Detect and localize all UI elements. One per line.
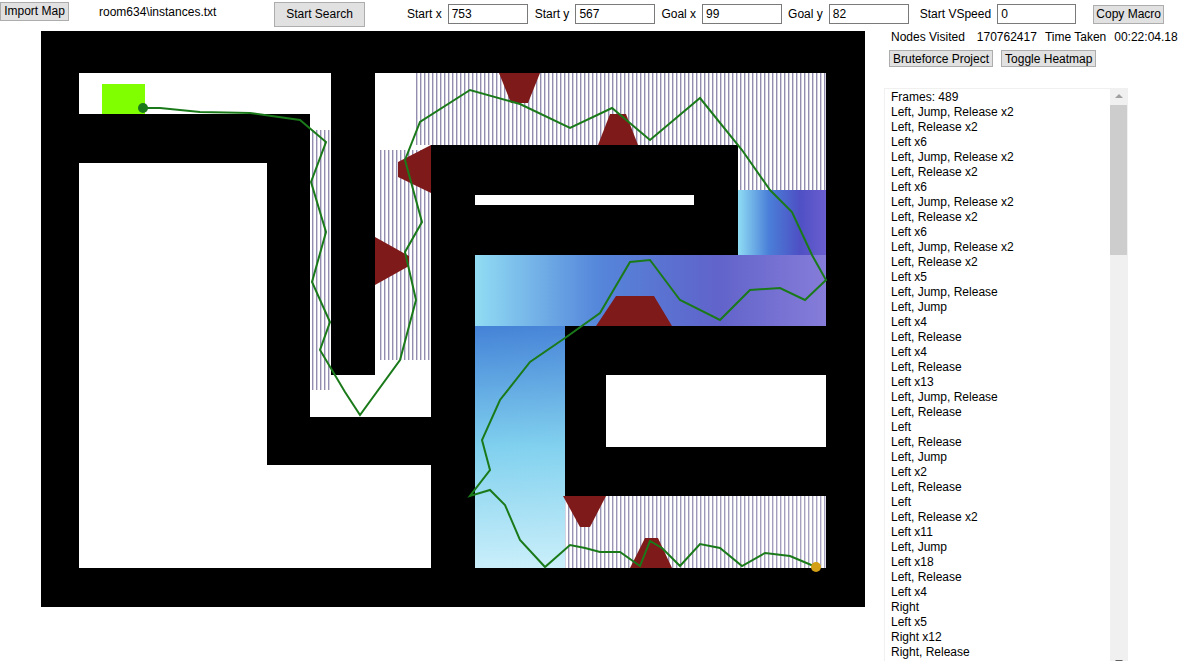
macro-line[interactable]: Left, Jump, Release x2 [891,195,1110,210]
solution-path [143,90,826,567]
macro-line[interactable]: Left x4 [891,315,1110,330]
spike-icon [598,114,638,145]
frames-line: Frames: 489 [891,90,1110,105]
nodes-stat: Nodes Visited 170762417 [891,30,1037,44]
wall [565,447,826,496]
map-canvas [41,31,865,607]
nodes-value: 170762417 [977,30,1037,44]
coordinate-input[interactable] [448,4,528,24]
macro-line[interactable]: Left [891,495,1110,510]
open-floor [375,145,431,417]
macro-line[interactable]: Left, Jump, Release x2 [891,105,1110,120]
open-floor [738,145,826,190]
macro-line[interactable]: Left, Release [891,330,1110,345]
macro-line[interactable]: Left, Jump [891,300,1110,315]
field-label: Start VSpeed [920,7,991,21]
macro-line[interactable]: Left x13 [891,375,1110,390]
macro-line[interactable]: Left x5 [891,270,1110,285]
macro-line[interactable]: Left, Release [891,405,1110,420]
macro-line[interactable]: Right [891,600,1110,615]
macro-line[interactable]: Left, Release x2 [891,165,1110,180]
hatch-area [415,73,826,145]
import-map-button[interactable]: Import Map [0,2,69,21]
macro-line[interactable]: Left x6 [891,225,1110,240]
macro-line[interactable]: Right x12 [891,630,1110,645]
macro-line[interactable]: Left [891,420,1110,435]
wall [694,195,738,205]
macro-line[interactable]: Left, Release x2 [891,510,1110,525]
macro-line[interactable]: Left x2 [891,465,1110,480]
heatmap-layer [312,73,826,568]
open-floor [79,163,267,568]
nodes-label: Nodes Visited [891,30,965,44]
copy-macro-button[interactable]: Copy Macro [1093,5,1164,24]
macro-line[interactable]: Left, Jump, Release [891,285,1110,300]
time-stat: Time Taken 00:22:04.18 [1045,30,1178,44]
macro-line[interactable]: Left, Release [891,480,1110,495]
spike-icon [499,73,540,103]
toolbar: Import Map room634\instances.txt Start Sea… [0,0,1184,28]
macro-line[interactable]: Right, Release [891,645,1110,660]
main-area: Nodes Visited 170762417 Time Taken 00:22:04… [0,28,1184,661]
scroll-up-icon[interactable] [1115,94,1123,98]
coordinate-input[interactable] [575,4,655,24]
field-label: Goal x [661,7,696,21]
macro-line[interactable]: Left x4 [891,585,1110,600]
macro-line[interactable]: Left, Release x2 [891,210,1110,225]
spike-icon [375,237,409,285]
map-file-label: room634\instances.txt [99,5,245,19]
macro-line[interactable]: Left, Jump, Release [891,390,1110,405]
wall [565,326,826,375]
macro-line[interactable]: Left, Release [891,360,1110,375]
macro-line[interactable]: Left x6 [891,135,1110,150]
open-floor [375,73,826,145]
map-drawing [41,31,865,607]
open-floor [267,465,431,568]
scroll-down-icon[interactable] [1115,660,1123,661]
spike-icon [398,145,431,193]
field-label: Start y [535,7,570,21]
macro-line[interactable]: Left, Jump [891,450,1110,465]
open-floor [79,73,331,114]
macro-line[interactable]: Left x6 [891,180,1110,195]
macro-list[interactable]: Frames: 489Left, Jump, Release x2Left, R… [884,88,1128,661]
wall [431,205,738,255]
open-floor [475,195,694,205]
side-panel: Nodes Visited170762417Time Taken00:22:04… [883,28,1128,661]
toggle-heatmap-button[interactable]: Toggle Heatmap [1001,50,1096,67]
hatch-area [738,145,826,190]
time-value: 00:22:04.18 [1114,30,1177,44]
field-label: Start x [407,7,442,21]
wall [431,195,475,205]
coordinate-input[interactable] [829,4,909,24]
coordinate-input[interactable] [997,4,1076,24]
macro-line[interactable]: Left, Jump [891,540,1110,555]
path-end-dot [138,103,148,113]
macro-line[interactable]: Left, Release x2 [891,255,1110,270]
macro-lines: Frames: 489Left, Jump, Release x2Left, R… [885,89,1110,661]
scroll-thumb[interactable] [1110,105,1127,255]
macro-line[interactable]: Left x18 [891,555,1110,570]
search-stats: Nodes Visited170762417Time Taken00:22:04… [891,29,1128,45]
macro-line[interactable]: Left x5 [891,615,1110,630]
macro-line[interactable]: Left x11 [891,525,1110,540]
macro-line[interactable]: Left, Jump, Release x2 [891,150,1110,165]
side-buttons: Bruteforce Project Toggle Heatmap [889,50,1128,67]
macro-line[interactable]: Left, Release x2 [891,120,1110,135]
start-search-button[interactable]: Start Search [274,2,365,27]
time-label: Time Taken [1045,30,1106,44]
macro-line[interactable]: Left, Release [891,570,1110,585]
field-label: Goal y [788,7,823,21]
spike-icon [563,496,606,527]
bruteforce-button[interactable]: Bruteforce Project [889,50,993,67]
coordinate-input[interactable] [702,4,782,24]
player-start-dot [811,562,821,572]
macro-line[interactable]: Left, Release [891,435,1110,450]
wall [431,145,738,195]
scrollbar[interactable] [1110,89,1127,661]
macro-line[interactable]: Left, Jump, Release x2 [891,240,1110,255]
heat-fade [475,255,826,568]
macro-line[interactable]: Left x4 [891,345,1110,360]
